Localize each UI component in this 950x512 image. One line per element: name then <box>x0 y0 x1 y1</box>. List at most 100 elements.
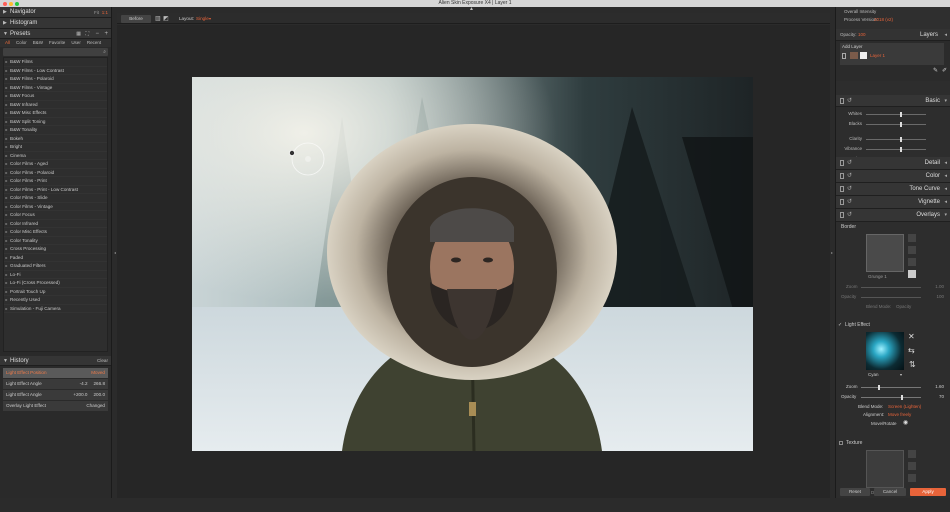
preset-tab[interactable]: B&W <box>30 39 46 47</box>
light-effect-thumbnail[interactable] <box>866 332 904 370</box>
reset-icon[interactable]: ↺ <box>847 173 852 180</box>
layer-thumbnail[interactable] <box>850 52 858 59</box>
preset-category[interactable]: B&W Tonality <box>4 126 107 135</box>
chevron-down-icon[interactable]: ▾ <box>900 372 902 377</box>
preset-tab[interactable]: Color <box>13 39 30 47</box>
border-zoom-value[interactable]: 1.00 <box>935 284 944 289</box>
reset-icon[interactable]: ↺ <box>847 160 852 167</box>
chevron-down-icon[interactable]: ▾ <box>209 15 211 23</box>
preset-category[interactable]: Graduated Filters <box>4 262 107 271</box>
pen-icon[interactable]: ✐ <box>942 67 947 74</box>
border-preset-name[interactable]: Grunge 1 <box>868 274 887 279</box>
random-texture-icon[interactable] <box>908 450 916 458</box>
remove-preset-icon[interactable]: − <box>95 29 99 39</box>
collapse-toolbar-icon[interactable]: ▲ <box>469 6 474 12</box>
slider-knob[interactable] <box>899 147 902 152</box>
light-opacity-value[interactable]: 70 <box>939 394 944 399</box>
navigator-header[interactable]: ▶ Navigator Fit 1:1 <box>0 7 111 18</box>
light-blend-dropdown[interactable]: Screen (Lighten) <box>888 404 921 409</box>
border-opacity-slider[interactable] <box>861 297 921 298</box>
preset-category[interactable]: B&W Films - Low Contrast <box>4 67 107 75</box>
preset-category[interactable]: Lo-Fi (Cross Processed) <box>4 279 107 288</box>
border-opacity-value[interactable]: 100 <box>936 294 944 299</box>
split-view-icon[interactable]: ▥ <box>155 15 161 23</box>
preset-category[interactable]: Faded <box>4 254 107 262</box>
preset-category[interactable]: Color Films - Print <box>4 177 107 186</box>
slider-track[interactable] <box>866 149 926 150</box>
preset-category[interactable]: Color Films - Aged <box>4 160 107 169</box>
histogram-header[interactable]: ▶ Histogram <box>0 18 111 29</box>
section-header-detail[interactable]: ↺ Detail ◂ <box>836 157 950 170</box>
navigator-zoom[interactable]: 1:1 <box>102 7 108 18</box>
slider-track[interactable] <box>866 124 926 125</box>
light-opacity-slider[interactable] <box>861 397 921 398</box>
slider-knob[interactable] <box>899 112 902 117</box>
brush-icon[interactable]: ✎ <box>933 67 938 74</box>
preset-tab[interactable]: Recent <box>84 39 104 47</box>
reset-icon[interactable]: ↺ <box>847 186 852 193</box>
preset-category[interactable]: Portrait Touch Up <box>4 288 107 296</box>
alignment-dropdown[interactable]: Move freely <box>888 412 911 417</box>
zoom-window-icon[interactable] <box>15 1 19 6</box>
history-header[interactable]: ▼ History Clear <box>0 356 111 366</box>
close-window-icon[interactable] <box>3 1 7 6</box>
slider-track[interactable] <box>866 114 926 115</box>
reset-button[interactable]: Reset <box>840 488 870 496</box>
layer-name[interactable]: Layer 1 <box>870 53 885 58</box>
light-preset-name[interactable]: Cyan <box>868 372 879 377</box>
left-panel-toggle-icon[interactable]: ◂ <box>114 250 116 255</box>
minimize-window-icon[interactable] <box>9 1 13 6</box>
preset-category[interactable]: B&W Focus <box>4 92 107 101</box>
section-toggle[interactable] <box>840 186 844 192</box>
section-toggle[interactable] <box>840 173 844 179</box>
layer-mask-thumbnail[interactable] <box>860 52 867 59</box>
rotate-texture-icon[interactable] <box>908 474 916 482</box>
history-item[interactable]: Overlay Light Effect Changed <box>3 401 108 411</box>
slider-track[interactable] <box>866 139 926 140</box>
apply-button[interactable]: Apply <box>910 488 946 496</box>
history-item[interactable]: Light Effect Angle +200.0 200.0 <box>3 390 108 400</box>
preset-category[interactable]: B&W Films - Polaroid <box>4 75 107 84</box>
target-icon[interactable]: ◉ <box>903 419 908 426</box>
preset-category[interactable]: Color Infrared <box>4 220 107 228</box>
flip-vertical-icon[interactable]: ⇅ <box>909 360 916 369</box>
light-effect-checkbox[interactable]: ✓ <box>838 322 842 328</box>
preset-category[interactable]: B&W Misc Effects <box>4 109 107 118</box>
preset-category[interactable]: Simulation - Fuji Camera <box>4 305 107 313</box>
reset-icon[interactable]: ↺ <box>847 199 852 206</box>
border-blend-dropdown[interactable]: Opacity <box>896 304 911 309</box>
section-header-color[interactable]: ↺ Color ◂ <box>836 170 950 183</box>
section-toggle[interactable] <box>840 212 844 218</box>
presets-header[interactable]: ▼ Presets ▦ ⛶ − + <box>0 29 111 39</box>
section-toggle[interactable] <box>840 98 844 104</box>
right-panel-toggle-icon[interactable]: ▸ <box>831 250 833 255</box>
preset-category[interactable]: Color Misc Effects <box>4 228 107 237</box>
slider-knob[interactable] <box>899 137 902 142</box>
random-border-icon[interactable] <box>908 234 916 242</box>
expand-all-icon[interactable]: ⛶ <box>85 29 89 39</box>
add-layer-button[interactable]: Add Layer <box>842 44 863 49</box>
preset-search-input[interactable]: ⌕ <box>3 48 108 56</box>
preset-category[interactable]: Color Films - Vintage <box>4 203 107 211</box>
border-zoom-slider[interactable] <box>861 287 921 288</box>
preset-category[interactable]: Bright <box>4 143 107 152</box>
photo-preview[interactable] <box>192 77 753 451</box>
section-toggle[interactable] <box>840 160 844 166</box>
texture-checkbox[interactable] <box>839 441 843 445</box>
preset-category[interactable]: B&W Split Toning <box>4 118 107 126</box>
preset-category[interactable]: Cinema <box>4 152 107 160</box>
section-toggle[interactable] <box>840 199 844 205</box>
history-clear-button[interactable]: Clear <box>97 356 108 366</box>
invert-border-icon[interactable] <box>908 270 916 278</box>
basic-section-header[interactable]: ↺ Basic ▾ <box>836 95 950 107</box>
reset-icon[interactable]: ↺ <box>847 98 852 105</box>
reset-icon[interactable]: ↺ <box>847 212 852 219</box>
preset-category[interactable]: B&W Films - Vintage <box>4 84 107 92</box>
section-header-vignette[interactable]: ↺ Vignette ◂ <box>836 196 950 209</box>
history-item[interactable]: Light Effect Angle -4.2 266.8 <box>3 379 108 389</box>
preset-category[interactable]: B&W Films <box>4 58 107 67</box>
preset-tab[interactable]: All <box>2 39 13 47</box>
preset-category[interactable]: Recently Used <box>4 296 107 305</box>
rotate-border-icon[interactable] <box>908 258 916 266</box>
grid-view-icon[interactable]: ▦ <box>76 29 81 39</box>
